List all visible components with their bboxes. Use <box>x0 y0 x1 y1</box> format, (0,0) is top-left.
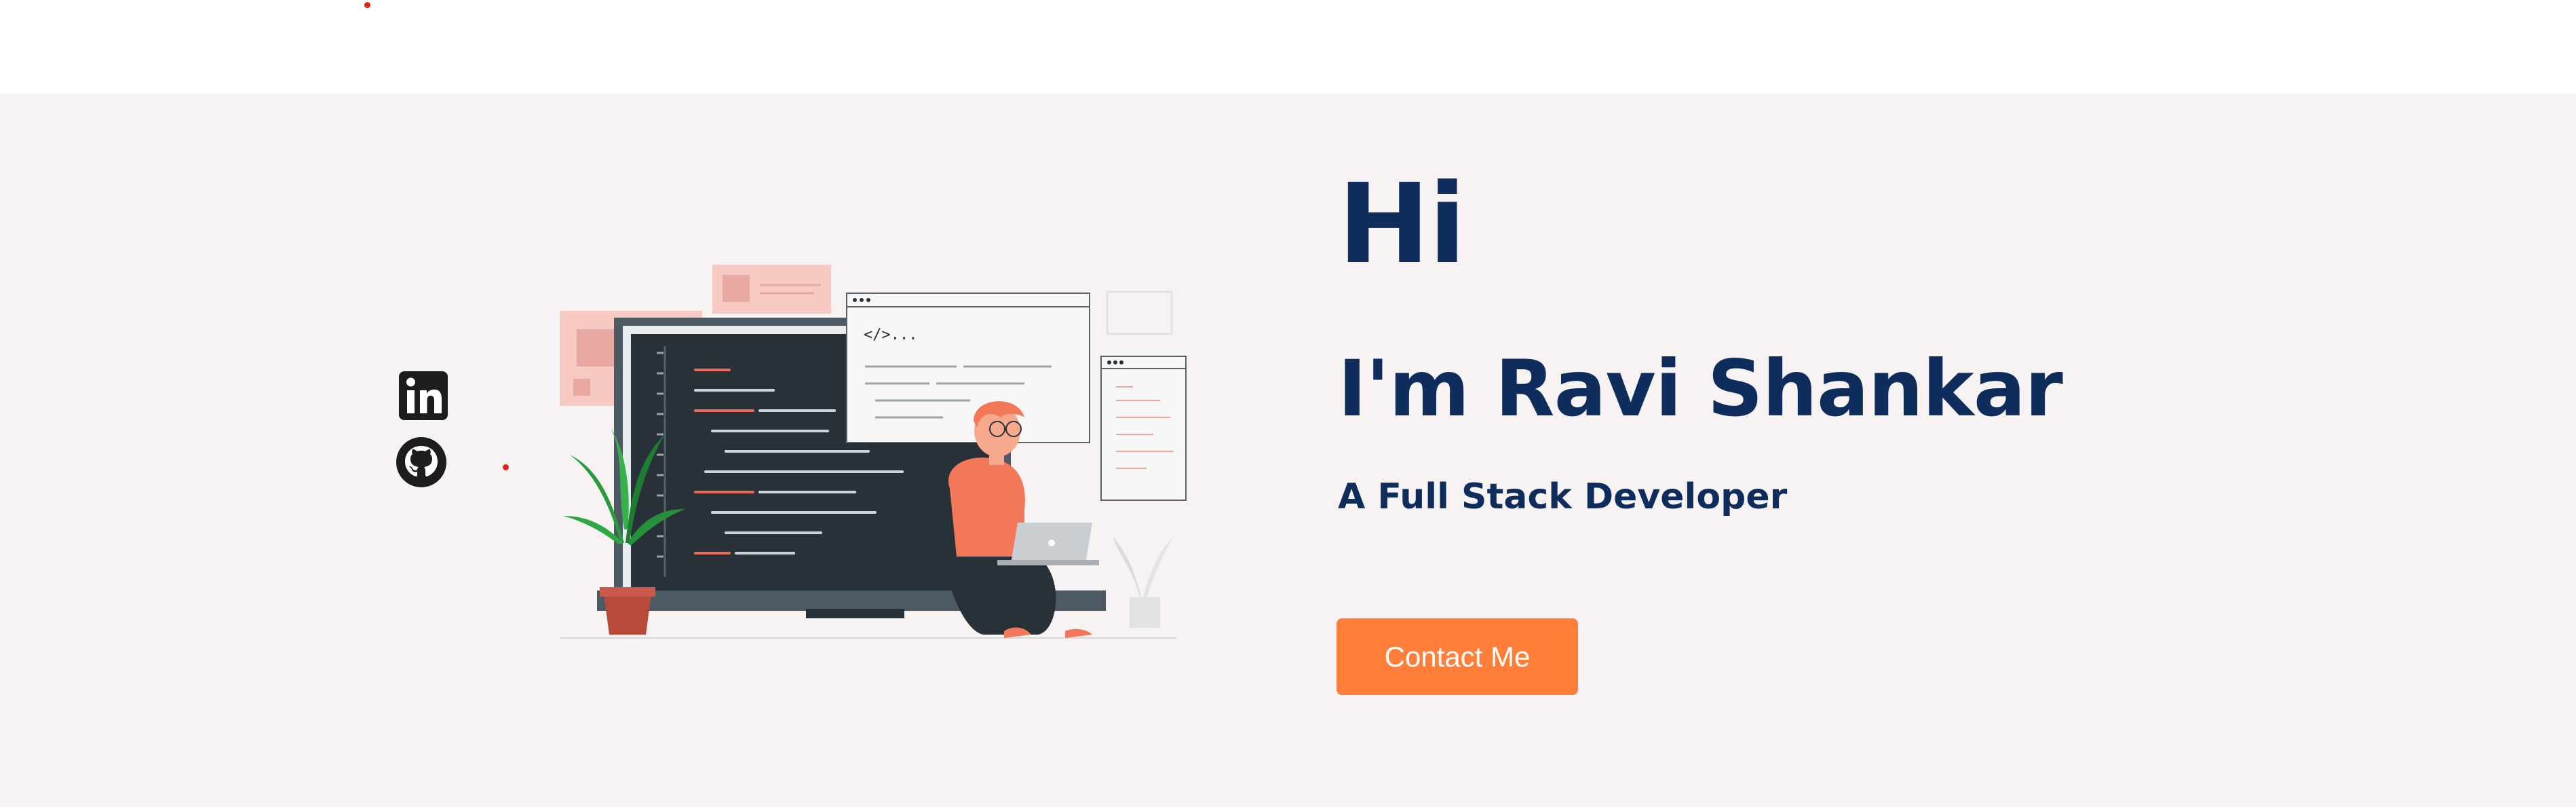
linkedin-icon <box>399 371 448 420</box>
name-heading: I'm Ravi Shankar <box>1338 343 2063 434</box>
greeting-heading: Hi <box>1338 161 1466 288</box>
linkedin-link[interactable] <box>397 369 450 422</box>
developer-illustration: </>... <box>550 251 1201 645</box>
role-subheading: A Full Stack Developer <box>1338 476 1788 517</box>
github-icon <box>396 437 446 487</box>
red-dot-marker <box>503 464 509 470</box>
developer-illustration-graphic: </>... <box>560 265 1187 639</box>
red-dot-marker <box>364 2 370 8</box>
hero-section <box>0 94 2576 807</box>
illustration-code-text: </>... <box>864 326 917 343</box>
contact-me-button[interactable]: Contact Me <box>1337 618 1578 695</box>
top-navbar <box>0 0 2576 94</box>
github-link[interactable] <box>395 436 448 489</box>
